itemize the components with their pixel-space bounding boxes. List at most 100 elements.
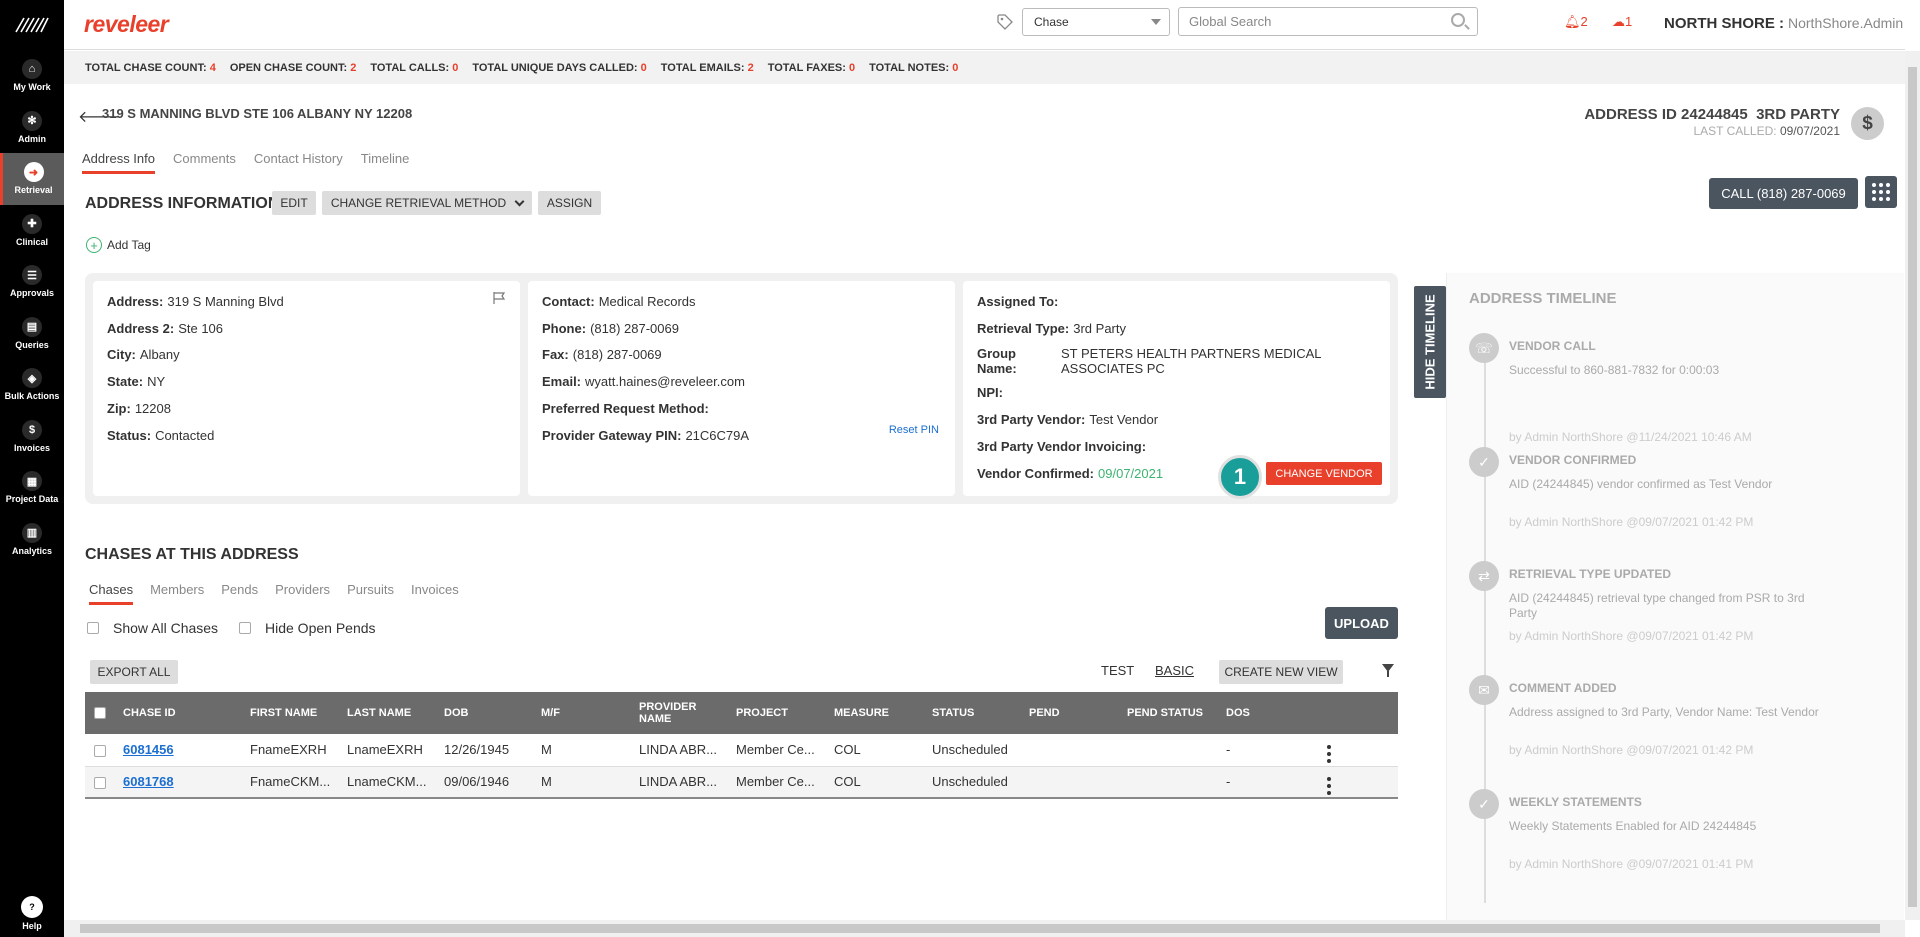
show-all-chases-checkbox[interactable]: Show All Chases: [87, 620, 218, 636]
stats-bar: TOTAL CHASE COUNT: 4 OPEN CHASE COUNT: 2 T…: [64, 51, 1905, 84]
view-test-tab[interactable]: TEST: [1101, 663, 1134, 678]
table-cell: 12/26/1945: [444, 742, 510, 758]
filter-icon[interactable]: [1382, 664, 1394, 677]
column-header[interactable]: DOS: [1222, 692, 1323, 734]
create-new-view-button[interactable]: CREATE NEW VIEW: [1219, 660, 1343, 684]
table-cell: M: [541, 774, 552, 790]
chase-id-link[interactable]: 6081456: [123, 742, 174, 757]
search-icon[interactable]: [1451, 13, 1465, 27]
nav-item-my-work[interactable]: ⌂ My Work: [0, 50, 64, 102]
change-retrieval-method-button[interactable]: CHANGE RETRIEVAL METHOD: [322, 191, 532, 215]
nav-icon: ☰: [22, 265, 42, 286]
nav-item-bulk-actions[interactable]: ◈ Bulk Actions: [0, 359, 64, 411]
tab-providers[interactable]: Providers: [275, 582, 330, 605]
address-info-panel: Address: 319 S Manning Blvd Address 2: Ste…: [85, 273, 1398, 504]
nav-item-admin[interactable]: ✻ Admin: [0, 102, 64, 154]
nav-item-project-data[interactable]: ▦ Project Data: [0, 462, 64, 514]
column-header[interactable]: MEASURE: [830, 692, 928, 734]
step-marker: 1: [1218, 455, 1262, 499]
app-logo-icon[interactable]: [0, 0, 64, 50]
cloud-icon: ☁: [1612, 14, 1625, 29]
more-vertical-icon[interactable]: [1327, 776, 1331, 795]
add-tag-button[interactable]: + Add Tag: [86, 237, 151, 253]
help-nav-item[interactable]: ? Help: [0, 896, 64, 931]
tab-pends[interactable]: Pends: [221, 582, 258, 605]
alerts-button[interactable]: 🔔︎2: [1564, 14, 1588, 30]
tab-timeline[interactable]: Timeline: [361, 151, 410, 174]
left-nav: ⌂ My Work ✻ Admin ➜ Retrieval ✚ Clinical ☰ Approv…: [0, 0, 64, 937]
table-cell: M: [541, 742, 552, 758]
column-header[interactable]: PEND STATUS: [1123, 692, 1222, 734]
stat-item: TOTAL UNIQUE DAYS CALLED: 0: [472, 61, 647, 74]
row-checkbox[interactable]: [94, 744, 106, 757]
flag-icon[interactable]: [492, 291, 508, 307]
dialpad-icon[interactable]: [1865, 176, 1897, 208]
table-row[interactable]: 6081456 FnameEXRH LnameEXRH 12/26/1945 M LIND…: [85, 734, 1398, 766]
vertical-scrollbar[interactable]: [1905, 51, 1920, 920]
change-vendor-button[interactable]: CHANGE VENDOR: [1266, 462, 1382, 485]
nav-icon: ➜: [23, 162, 44, 183]
dollar-icon[interactable]: $: [1851, 107, 1884, 140]
chases-title: CHASES AT THIS ADDRESS: [85, 546, 299, 563]
tab-contact-history[interactable]: Contact History: [254, 151, 343, 174]
column-header[interactable]: FIRST NAME: [246, 692, 343, 734]
nav-item-analytics[interactable]: ▥ Analytics: [0, 514, 64, 566]
brand-logo[interactable]: reveleer: [84, 11, 169, 38]
select-all-checkbox[interactable]: [85, 692, 119, 734]
tab-invoices[interactable]: Invoices: [411, 582, 459, 605]
nav-item-invoices[interactable]: $ Invoices: [0, 411, 64, 463]
tab-address-info[interactable]: Address Info: [82, 151, 155, 174]
column-header[interactable]: LAST NAME: [343, 692, 440, 734]
column-header[interactable]: STATUS: [928, 692, 1025, 734]
table-row[interactable]: 6081768 FnameCKM... LnameCKM... 09/06/1946 M…: [85, 766, 1398, 798]
hide-timeline-button[interactable]: HIDE TIMELINE: [1414, 286, 1446, 398]
top-bar: reveleer Chase Global Search 🔔︎2 ☁1 NORT…: [64, 0, 1905, 50]
nav-item-approvals[interactable]: ☰ Approvals: [0, 256, 64, 308]
more-vertical-icon[interactable]: [1327, 744, 1331, 763]
upload-button[interactable]: UPLOAD: [1325, 607, 1398, 639]
tab-comments[interactable]: Comments: [173, 151, 236, 174]
column-header[interactable]: PROVIDER NAME: [635, 692, 732, 734]
view-basic-tab[interactable]: BASIC: [1155, 663, 1194, 678]
search-scope-select[interactable]: Chase: [1022, 8, 1170, 36]
hide-open-pends-checkbox[interactable]: Hide Open Pends: [239, 620, 376, 636]
tab-pursuits[interactable]: Pursuits: [347, 582, 394, 605]
table-cell: COL: [834, 742, 861, 758]
cloud-button[interactable]: ☁1: [1612, 14, 1632, 30]
tab-chases[interactable]: Chases: [89, 582, 134, 605]
column-header[interactable]: M/F: [537, 692, 635, 734]
timeline-line: [1484, 343, 1486, 903]
org-user[interactable]: NORTH SHORE : NorthShore.Admin: [1664, 15, 1903, 32]
table-cell: LINDA ABR...: [639, 742, 718, 758]
column-header[interactable]: PEND: [1025, 692, 1123, 734]
table-cell: Member Ce...: [736, 774, 815, 790]
nav-item-queries[interactable]: ▤ Queries: [0, 308, 64, 360]
chase-id-link[interactable]: 6081768: [123, 774, 174, 789]
table-cell: LINDA ABR...: [639, 774, 718, 790]
reset-pin-link[interactable]: Reset PIN: [889, 424, 939, 436]
nav-item-clinical[interactable]: ✚ Clinical: [0, 205, 64, 257]
nav-icon: ▥: [22, 522, 42, 543]
column-header[interactable]: CHASE ID: [119, 692, 246, 734]
horizontal-scrollbar[interactable]: [64, 920, 1905, 937]
nav-item-retrieval[interactable]: ➜ Retrieval: [0, 153, 64, 205]
nav-icon: $: [22, 419, 42, 440]
row-checkbox[interactable]: [94, 776, 106, 789]
export-all-button[interactable]: EXPORT ALL: [90, 660, 178, 684]
column-header[interactable]: PROJECT: [732, 692, 830, 734]
column-header[interactable]: DOB: [440, 692, 537, 734]
nav-icon: ▦: [22, 471, 42, 492]
address-info-title: ADDRESS INFORMATION: [85, 195, 280, 212]
call-button[interactable]: CALL (818) 287-0069: [1709, 178, 1858, 209]
stat-item: OPEN CHASE COUNT: 2: [229, 61, 357, 74]
stat-item: TOTAL NOTES: 0: [869, 61, 959, 74]
tag-icon[interactable]: [997, 14, 1015, 32]
table-cell: [1025, 766, 1123, 798]
tab-members[interactable]: Members: [150, 582, 204, 605]
assign-button[interactable]: ASSIGN: [538, 191, 601, 215]
global-search-input[interactable]: Global Search: [1178, 7, 1478, 36]
table-cell: -: [1226, 774, 1231, 790]
edit-button[interactable]: EDIT: [272, 191, 316, 215]
chases-tabs: Chases Members Pends Providers Pursuits Invoi…: [89, 582, 476, 605]
page-title: 319 S MANNING BLVD STE 106 ALBANY NY 122…: [102, 106, 413, 121]
